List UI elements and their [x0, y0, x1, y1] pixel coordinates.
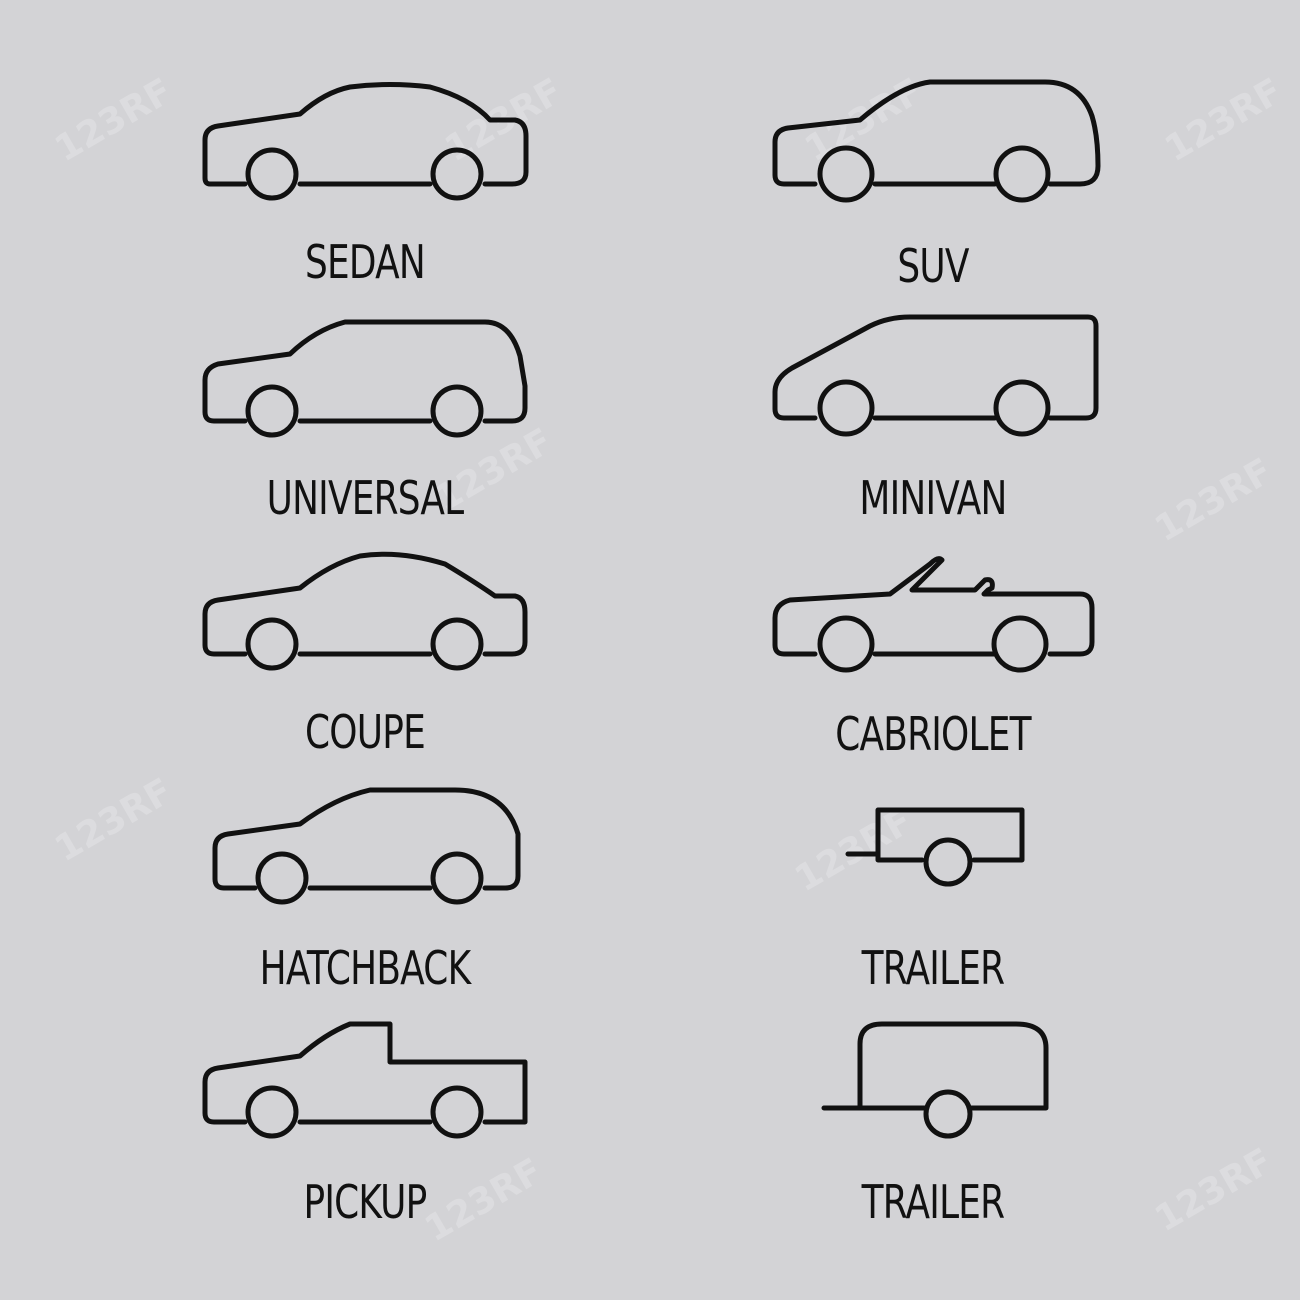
- wheel: [993, 145, 1051, 203]
- wheel: [245, 147, 299, 201]
- cabriolet-icon: [772, 556, 1095, 673]
- hatchback-icon: [212, 787, 521, 905]
- label-cabriolet: CABRIOLET: [835, 707, 1031, 761]
- wheel: [430, 851, 484, 905]
- wheel: [245, 384, 299, 438]
- wheel: [817, 145, 875, 203]
- coupe-icon: [202, 551, 528, 671]
- watermark: 123RF: [1148, 1140, 1280, 1241]
- wheel: [923, 837, 973, 887]
- label-sedan: SEDAN: [305, 235, 426, 289]
- label-hatchback: HATCHBACK: [259, 941, 471, 995]
- label-trailer-1: TRAILER: [861, 941, 1005, 995]
- label-pickup: PICKUP: [303, 1175, 427, 1229]
- wheel: [817, 379, 875, 437]
- wheel: [430, 384, 484, 438]
- label-universal: UNIVERSAL: [266, 471, 465, 525]
- pickup-icon: [202, 1021, 528, 1139]
- wheel: [430, 617, 484, 671]
- minivan-icon: [772, 314, 1099, 437]
- watermark: 123RF: [1158, 70, 1290, 171]
- wheel: [991, 615, 1049, 673]
- wheel: [245, 617, 299, 671]
- label-coupe: COUPE: [305, 705, 426, 759]
- label-suv: SUV: [897, 239, 969, 293]
- label-trailer-2: TRAILER: [861, 1175, 1005, 1229]
- wheel: [430, 147, 484, 201]
- watermark: 123RF: [48, 70, 180, 171]
- wheel: [255, 851, 309, 905]
- watermark: 123RF: [48, 770, 180, 871]
- watermark: 123RF: [1148, 450, 1280, 551]
- wheel: [245, 1085, 299, 1139]
- trailer-icon: [845, 807, 1025, 887]
- universal-icon: [202, 319, 528, 438]
- sedan-icon: [202, 82, 529, 201]
- wheel: [430, 1085, 484, 1139]
- wheel: [993, 379, 1051, 437]
- label-minivan: MINIVAN: [859, 471, 1007, 525]
- suv-icon: [772, 79, 1101, 203]
- wheel: [817, 615, 875, 673]
- caravan-trailer-icon: [821, 1021, 1049, 1139]
- wheel: [923, 1089, 973, 1139]
